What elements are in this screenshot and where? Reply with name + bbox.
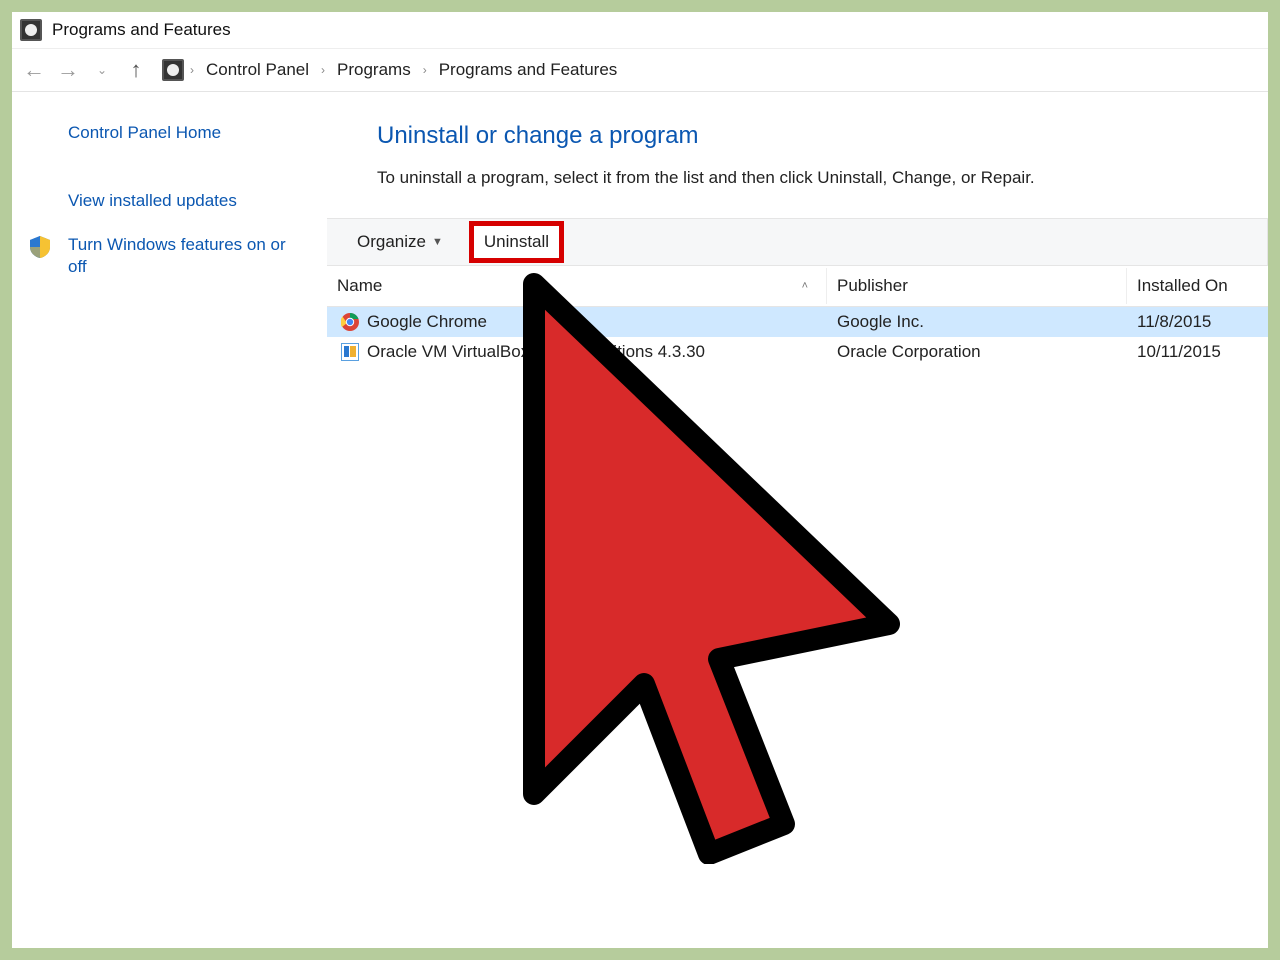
program-name: Google Chrome (367, 312, 487, 332)
chrome-icon (341, 313, 359, 331)
virtualbox-icon (341, 343, 359, 361)
list-item[interactable]: Oracle VM VirtualBox Guest Additions 4.3… (327, 337, 1268, 367)
programs-list: Name ˄ Publisher Installed On (327, 266, 1268, 367)
page-title: Uninstall or change a program (377, 122, 1268, 150)
sidebar-link-control-panel-home[interactable]: Control Panel Home (68, 122, 309, 144)
toolbar: Organize ▼ Uninstall (327, 218, 1268, 266)
uninstall-button[interactable]: Uninstall (469, 221, 564, 263)
window-titlebar: Programs and Features (12, 12, 1268, 48)
forward-button[interactable]: → (56, 57, 80, 83)
shield-icon (30, 236, 50, 258)
chevron-down-icon: ▼ (432, 236, 443, 248)
sidebar: Control Panel Home View installed update… (12, 92, 327, 948)
column-header-installed-on[interactable]: Installed On (1127, 268, 1268, 304)
back-button[interactable]: ← (22, 57, 46, 83)
breadcrumb-item-programs[interactable]: Programs (329, 54, 419, 86)
page-description: To uninstall a program, select it from t… (377, 168, 1268, 188)
main-content: Uninstall or change a program To uninsta… (327, 92, 1268, 948)
breadcrumb-root-icon[interactable] (162, 59, 184, 81)
window-title: Programs and Features (52, 20, 231, 40)
program-installed-on: 11/8/2015 (1127, 308, 1268, 336)
list-header[interactable]: Name ˄ Publisher Installed On (327, 266, 1268, 307)
sort-ascending-icon: ˄ (802, 280, 808, 292)
organize-button[interactable]: Organize ▼ (347, 226, 453, 258)
uninstall-label: Uninstall (484, 232, 549, 252)
breadcrumb-item-control-panel[interactable]: Control Panel (198, 54, 317, 86)
column-header-name[interactable]: Name (337, 276, 382, 296)
chevron-right-icon: › (186, 63, 198, 77)
program-publisher: Google Inc. (827, 308, 1127, 336)
program-publisher: Oracle Corporation (827, 338, 1127, 366)
program-name: Oracle VM VirtualBox Guest Additions 4.3… (367, 342, 705, 362)
recent-dropdown-icon[interactable]: ⌄ (90, 63, 114, 77)
up-button[interactable]: ↑ (124, 57, 148, 83)
list-item[interactable]: Google Chrome Google Inc. 11/8/2015 (327, 307, 1268, 337)
column-header-publisher[interactable]: Publisher (827, 268, 1127, 304)
chevron-right-icon: › (419, 63, 431, 77)
breadcrumb[interactable]: › Control Panel › Programs › Programs an… (158, 54, 625, 86)
chevron-right-icon: › (317, 63, 329, 77)
app-icon (20, 19, 42, 41)
program-installed-on: 10/11/2015 (1127, 338, 1268, 366)
organize-label: Organize (357, 232, 426, 252)
navigation-bar: ← → ⌄ ↑ › Control Panel › Programs › Pro… (12, 48, 1268, 92)
sidebar-link-view-installed-updates[interactable]: View installed updates (68, 190, 309, 212)
sidebar-link-windows-features[interactable]: Turn Windows features on or off (68, 234, 298, 278)
breadcrumb-item-programs-and-features[interactable]: Programs and Features (431, 54, 626, 86)
